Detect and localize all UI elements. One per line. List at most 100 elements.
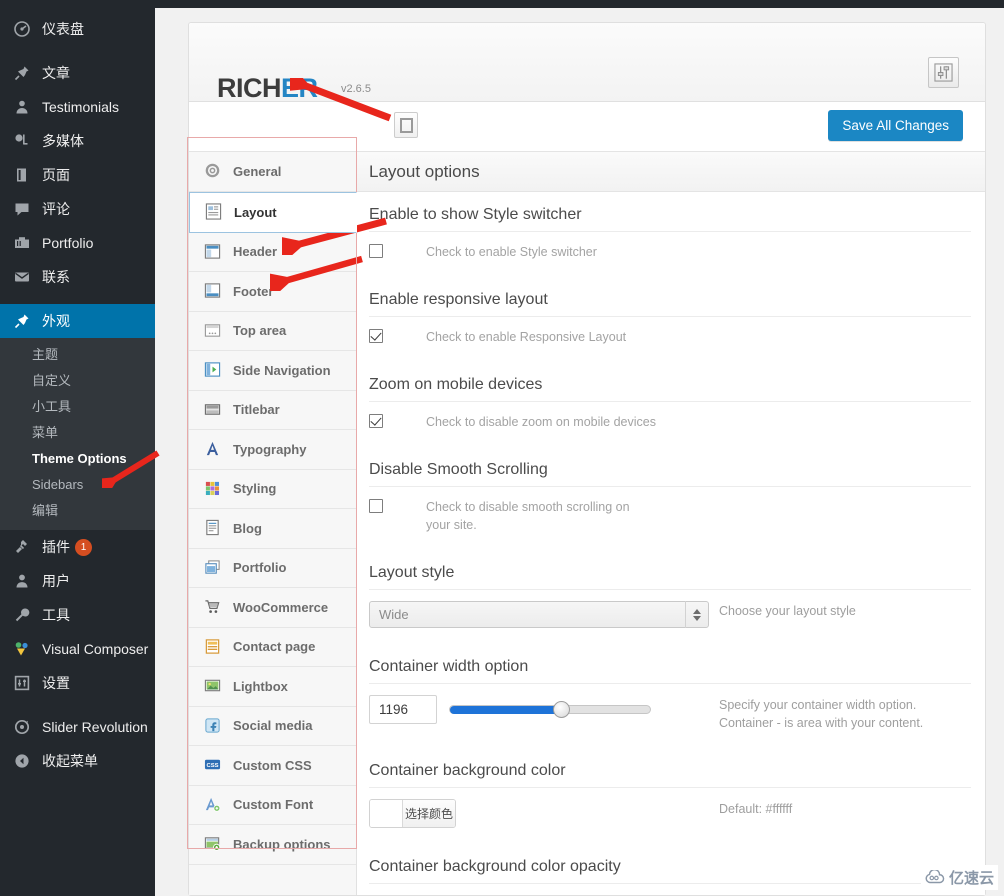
options-nav-item-top-area[interactable]: Top area bbox=[189, 311, 356, 351]
sidebar-item-visual-composer[interactable]: Visual Composer bbox=[0, 632, 155, 666]
sidebar-item-dashboard[interactable]: 仪表盘 bbox=[0, 12, 155, 46]
portfolio-icon bbox=[11, 233, 33, 253]
options-nav-item-portfolio[interactable]: Portfolio bbox=[189, 548, 356, 588]
sidebar-item-appearance[interactable]: 外观 bbox=[0, 304, 163, 338]
custom-font-icon bbox=[204, 796, 222, 814]
submenu-item-menus[interactable]: 菜单 bbox=[0, 420, 155, 446]
submenu-item-widgets[interactable]: 小工具 bbox=[0, 394, 155, 420]
field-description: Specify your container width option. Con… bbox=[719, 698, 924, 730]
options-nav-item-header[interactable]: Header bbox=[189, 232, 356, 272]
container-bg-color-picker[interactable]: 选择颜色 bbox=[369, 799, 456, 828]
options-nav-item-typography[interactable]: Typography bbox=[189, 430, 356, 470]
options-nav-item-general[interactable]: General bbox=[189, 152, 356, 192]
sidebar-item-posts[interactable]: 文章 bbox=[0, 56, 155, 90]
options-nav-label: Backup options bbox=[233, 836, 331, 852]
options-nav-label: Layout bbox=[234, 204, 277, 220]
footer-icon bbox=[204, 282, 222, 300]
field-description: Default: #ffffff bbox=[719, 802, 793, 816]
sliders-icon[interactable] bbox=[928, 57, 959, 88]
slider-fill bbox=[450, 706, 560, 714]
layout-style-select[interactable]: Wide bbox=[369, 601, 709, 628]
sidebar-label: 用户 bbox=[42, 573, 70, 589]
dashboard-icon bbox=[11, 19, 33, 39]
options-nav-item-titlebar[interactable]: Titlebar bbox=[189, 390, 356, 430]
tools-icon bbox=[11, 605, 33, 625]
sidebar-item-collapse-menu[interactable]: 收起菜单 bbox=[0, 744, 155, 778]
sidebar-separator-2 bbox=[0, 294, 155, 304]
style-switcher-checkbox[interactable] bbox=[369, 244, 383, 258]
submenu-item-theme-options[interactable]: Theme Options bbox=[0, 446, 155, 472]
sidebar-item-pages[interactable]: 页面 bbox=[0, 158, 155, 192]
field-title: Container width option bbox=[369, 658, 971, 684]
options-nav-item-footer[interactable]: Footer bbox=[189, 272, 356, 312]
sidebar-label: 收起菜单 bbox=[42, 753, 98, 769]
typography-icon bbox=[204, 440, 222, 458]
sidebar-item-comments[interactable]: 评论 bbox=[0, 192, 155, 226]
sidebar-item-slider-revolution[interactable]: Slider Revolution bbox=[0, 710, 155, 744]
options-nav-item-custom-font[interactable]: Custom Font bbox=[189, 785, 356, 825]
options-nav-item-woocommerce[interactable]: WooCommerce bbox=[189, 588, 356, 628]
options-nav-item-backup-options[interactable]: Backup options bbox=[189, 825, 356, 865]
sidebar-item-portfolio[interactable]: Portfolio bbox=[0, 226, 155, 260]
field-row: Check to disable smooth scrolling on you… bbox=[369, 498, 971, 550]
expand-options-icon[interactable] bbox=[394, 112, 418, 138]
sidebar-label: Testimonials bbox=[42, 99, 120, 115]
color-swatch bbox=[370, 800, 403, 827]
container-width-input[interactable]: 1196 bbox=[369, 695, 437, 724]
portfolio-icon bbox=[204, 559, 222, 577]
sidebar-item-tools[interactable]: 工具 bbox=[0, 598, 155, 632]
field-container-bg-color: Container background color 选择颜色 Default:… bbox=[357, 748, 985, 844]
options-nav-item-lightbox[interactable]: Lightbox bbox=[189, 667, 356, 707]
smooth-scrolling-checkbox[interactable] bbox=[369, 499, 383, 513]
sidebar-item-users[interactable]: 用户 bbox=[0, 564, 155, 598]
theme-options-header: RICHER v2.6.5 bbox=[189, 23, 985, 104]
sidebar-label: 仪表盘 bbox=[42, 21, 84, 37]
options-nav-item-custom-css[interactable]: CSS Custom CSS bbox=[189, 746, 356, 786]
options-nav: General Layout Header Footer Top area Si… bbox=[189, 152, 357, 895]
sidebar-item-plugins[interactable]: 插件 1 bbox=[0, 530, 155, 564]
field-row: 选择颜色 Default: #ffffff bbox=[369, 799, 971, 844]
zoom-mobile-checkbox[interactable] bbox=[369, 414, 383, 428]
submenu-item-customize[interactable]: 自定义 bbox=[0, 368, 155, 394]
options-nav-label: Styling bbox=[233, 481, 277, 497]
sidebar-item-contact[interactable]: 联系 bbox=[0, 260, 155, 294]
field-control: Wide bbox=[369, 601, 719, 628]
submenu-item-themes[interactable]: 主题 bbox=[0, 342, 155, 368]
options-nav-item-social-media[interactable]: Social media bbox=[189, 706, 356, 746]
backup-options-icon bbox=[204, 835, 222, 853]
field-zoom-mobile: Zoom on mobile devices Check to disable … bbox=[357, 362, 985, 447]
options-nav-label: Lightbox bbox=[233, 678, 288, 694]
slider-handle[interactable] bbox=[553, 701, 570, 718]
expand-glyph bbox=[399, 117, 413, 133]
submenu-item-editor[interactable]: 编辑 bbox=[0, 498, 155, 524]
sidebar-item-settings[interactable]: 设置 bbox=[0, 666, 155, 700]
wp-admin-sidebar: 仪表盘 文章 Testimonials 多媒体 页面 评论 Portfolio … bbox=[0, 0, 163, 896]
container-width-slider[interactable] bbox=[449, 695, 651, 724]
options-nav-item-styling[interactable]: Styling bbox=[189, 469, 356, 509]
options-nav-label: General bbox=[233, 163, 282, 179]
sidebar-item-media[interactable]: 多媒体 bbox=[0, 124, 155, 158]
plugin-update-badge: 1 bbox=[75, 538, 92, 556]
sidebar-label: Visual Composer bbox=[42, 641, 149, 657]
options-nav-label: Header bbox=[233, 244, 278, 260]
slider-revolution-icon bbox=[11, 717, 33, 737]
svg-text:CSS: CSS bbox=[206, 763, 218, 769]
richer-logo: RICHER bbox=[217, 73, 318, 104]
save-all-changes-button[interactable]: Save All Changes bbox=[828, 110, 963, 141]
options-nav-item-contact-page[interactable]: Contact page bbox=[189, 627, 356, 667]
options-nav-item-layout[interactable]: Layout bbox=[189, 191, 357, 233]
collapse-icon bbox=[11, 751, 33, 771]
options-nav-item-blog[interactable]: Blog bbox=[189, 509, 356, 549]
field-title: Enable to show Style switcher bbox=[369, 206, 971, 232]
responsive-layout-checkbox[interactable] bbox=[369, 329, 383, 343]
layout-options-title: Layout options bbox=[357, 152, 985, 192]
sidebar-item-testimonials[interactable]: Testimonials bbox=[0, 90, 155, 124]
options-nav-item-side-navigation[interactable]: Side Navigation bbox=[189, 351, 356, 391]
submenu-item-sidebars[interactable]: Sidebars bbox=[0, 472, 155, 498]
plugin-icon bbox=[11, 537, 33, 557]
logo-suffix: ER bbox=[281, 73, 318, 103]
choose-color-button[interactable]: 选择颜色 bbox=[403, 800, 455, 827]
watermark-text: 亿速云 bbox=[948, 870, 994, 887]
options-nav-label: Portfolio bbox=[233, 560, 287, 576]
field-container-width: Container width option 1196 Specify your… bbox=[357, 644, 985, 748]
